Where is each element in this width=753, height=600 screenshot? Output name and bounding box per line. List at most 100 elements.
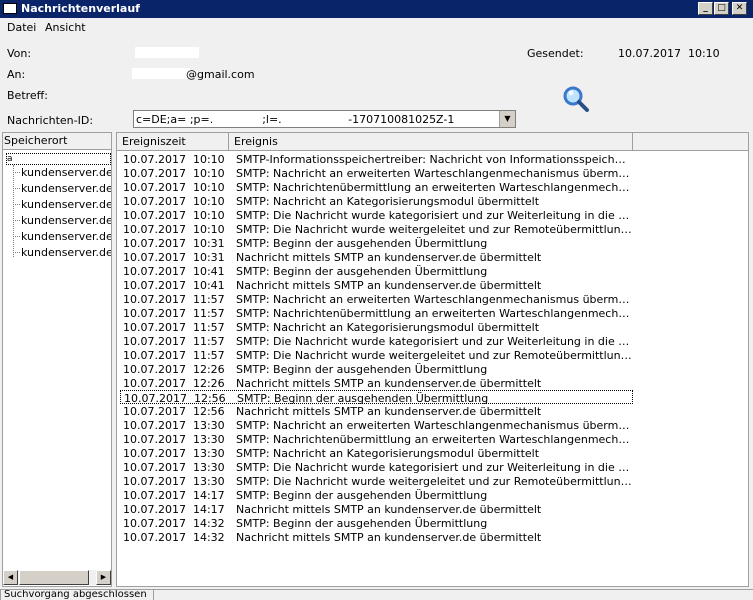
menu-datei[interactable]: Datei [7, 21, 36, 34]
von-label: Von: [7, 47, 32, 60]
event-text: SMTP: Die Nachricht wurde kategorisiert … [236, 461, 632, 474]
nachrichten-id-value: c=DE;a= ;p=. ;l=. -170710081025Z-1 [136, 113, 455, 126]
event-row[interactable]: 10.07.2017 11:57 SMTP: Die Nachricht wurd… [120, 348, 633, 362]
column-header-ereigniszeit[interactable]: Ereigniszeit [117, 133, 229, 150]
event-row[interactable]: 10.07.2017 10:10 SMTP: Nachricht an erwei… [120, 166, 633, 180]
list-header: Ereigniszeit Ereignis [117, 133, 748, 151]
event-row[interactable]: 10.07.2017 12:26 SMTP: Beginn der ausgehe… [120, 362, 633, 376]
event-row[interactable]: 10.07.2017 10:41 Nachricht mittels SMTP a… [120, 278, 633, 292]
scroll-left-icon[interactable]: ◀ [3, 570, 18, 585]
event-text: SMTP: Beginn der ausgehenden Übermittlun… [236, 237, 488, 250]
tree-branch [13, 188, 20, 189]
tree-item-server[interactable]: kundenserver.de [21, 246, 111, 259]
event-row[interactable]: 10.07.2017 14:32 Nachricht mittels SMTP a… [120, 530, 633, 544]
left-pane-scrollbar[interactable]: ◀ ▶ [3, 570, 111, 585]
event-row[interactable]: 10.07.2017 10:10 SMTP: Die Nachricht wurd… [120, 222, 633, 236]
event-row[interactable]: 10.07.2017 10:41 SMTP: Beginn der ausgehe… [120, 264, 633, 278]
event-row[interactable]: 10.07.2017 10:10 SMTP: Die Nachricht wurd… [120, 208, 633, 222]
tree-branch [13, 204, 20, 205]
event-text: SMTP: Nachricht an Kategorisierungsmodul… [236, 447, 540, 460]
gesendet-value: 10.07.2017 10:10 [618, 47, 720, 60]
event-time: 10.07.2017 10:10 [123, 209, 225, 222]
tree-item-server[interactable]: kundenserver.de [21, 214, 111, 227]
event-time: 10.07.2017 10:10 [123, 167, 225, 180]
event-row[interactable]: 10.07.2017 14:17 SMTP: Beginn der ausgehe… [120, 488, 633, 502]
event-text: Nachricht mittels SMTP an kundenserver.d… [236, 279, 542, 292]
event-row[interactable]: 10.07.2017 13:30 SMTP: Nachrichtenübermit… [120, 432, 633, 446]
tree-branch [13, 220, 20, 221]
dropdown-arrow-icon[interactable]: ▼ [499, 111, 515, 127]
event-text: Nachricht mittels SMTP an kundenserver.d… [236, 251, 542, 264]
event-time: 10.07.2017 11:57 [123, 293, 225, 306]
scroll-thumb[interactable] [19, 570, 89, 585]
maximize-button[interactable]: □ [714, 2, 729, 15]
event-text: Nachricht mittels SMTP an kundenserver.d… [236, 531, 542, 544]
event-text: SMTP: Nachrichtenübermittlung an erweite… [236, 307, 632, 320]
event-time: 10.07.2017 10:10 [123, 195, 225, 208]
event-row[interactable]: 10.07.2017 12:26 Nachricht mittels SMTP a… [120, 376, 633, 390]
event-row[interactable]: 10.07.2017 11:57 SMTP: Nachricht an Kateg… [120, 320, 633, 334]
event-row[interactable]: 10.07.2017 13:30 SMTP: Nachricht an erwei… [120, 418, 633, 432]
event-text: SMTP: Beginn der ausgehenden Übermittlun… [236, 265, 488, 278]
tree-item-server[interactable]: kundenserver.de [21, 230, 111, 243]
event-time: 10.07.2017 14:32 [123, 531, 225, 544]
event-time: 10.07.2017 10:31 [123, 251, 225, 264]
event-row[interactable]: 10.07.2017 10:10 SMTP: Nachrichtenübermit… [120, 180, 633, 194]
speicherort-header-label: Speicherort [4, 134, 68, 147]
event-time: 10.07.2017 14:32 [123, 517, 225, 530]
event-time: 10.07.2017 10:10 [123, 181, 225, 194]
event-row[interactable]: 10.07.2017 11:57 SMTP: Nachricht an erwei… [120, 292, 633, 306]
event-text: SMTP: Die Nachricht wurde kategorisiert … [236, 335, 632, 348]
event-text: SMTP: Beginn der ausgehenden Übermittlun… [236, 517, 488, 530]
minimize-button[interactable]: _ [698, 2, 713, 15]
tree-branch [13, 172, 20, 173]
tree-connector [13, 165, 14, 257]
event-row[interactable]: 10.07.2017 12:56 SMTP: Beginn der ausgehe… [120, 390, 633, 405]
event-time: 10.07.2017 14:17 [123, 503, 225, 516]
event-row[interactable]: 10.07.2017 10:31 Nachricht mittels SMTP a… [120, 250, 633, 264]
close-button[interactable]: ✕ [732, 2, 747, 15]
event-row[interactable]: 10.07.2017 14:17 Nachricht mittels SMTP a… [120, 502, 633, 516]
event-row[interactable]: 10.07.2017 11:57 SMTP: Nachrichtenübermit… [120, 306, 633, 320]
event-time: 10.07.2017 12:56 [123, 405, 225, 418]
event-time: 10.07.2017 10:41 [123, 265, 225, 278]
tree-item-server[interactable]: kundenserver.de [21, 166, 111, 179]
tree-item-server[interactable]: kundenserver.de [21, 198, 111, 211]
tree-branch [13, 236, 20, 237]
event-row[interactable]: 10.07.2017 12:56 Nachricht mittels SMTP a… [120, 404, 633, 418]
menu-ansicht[interactable]: Ansicht [45, 21, 86, 34]
nachrichten-id-label: Nachrichten-ID: [7, 114, 94, 127]
event-text: SMTP-Informationsspeichertreiber: Nachri… [236, 153, 632, 166]
column-header-ereignis[interactable]: Ereignis [229, 133, 633, 150]
scroll-right-icon[interactable]: ▶ [96, 570, 111, 585]
an-value: @gmail.com [186, 68, 255, 81]
event-time: 10.07.2017 12:26 [123, 377, 225, 390]
event-row[interactable]: 10.07.2017 13:30 SMTP: Nachricht an Kateg… [120, 446, 633, 460]
event-row[interactable]: 10.07.2017 14:32 SMTP: Beginn der ausgehe… [120, 516, 633, 530]
event-text: SMTP: Nachrichtenübermittlung an erweite… [236, 433, 632, 446]
magnifier-icon [563, 86, 589, 112]
event-text: Nachricht mittels SMTP an kundenserver.d… [236, 503, 542, 516]
event-text: SMTP: Die Nachricht wurde weitergeleitet… [236, 475, 632, 488]
von-value-redacted [135, 47, 199, 58]
event-time: 10.07.2017 13:30 [123, 475, 225, 488]
event-row[interactable]: 10.07.2017 11:57 SMTP: Die Nachricht wurd… [120, 334, 633, 348]
event-text: SMTP: Nachrichtenübermittlung an erweite… [236, 181, 632, 194]
nachrichten-id-combobox[interactable]: c=DE;a= ;p=. ;l=. -170710081025Z-1 ▼ [133, 110, 516, 128]
event-row[interactable]: 10.07.2017 10:10 SMTP: Nachricht an Kateg… [120, 194, 633, 208]
title-bar: Nachrichtenverlauf _ □ ✕ [0, 0, 753, 18]
speicherort-pane: Speicherort a kundenserver.de kundenserv… [2, 132, 112, 587]
event-text: SMTP: Nachricht an erweiterten Warteschl… [236, 167, 632, 180]
tree-root[interactable]: a [6, 153, 111, 165]
speicherort-header: Speicherort [3, 133, 111, 150]
event-time: 10.07.2017 11:57 [123, 307, 225, 320]
event-text: SMTP: Beginn der ausgehenden Übermittlun… [236, 363, 488, 376]
event-row[interactable]: 10.07.2017 13:30 SMTP: Die Nachricht wurd… [120, 460, 633, 474]
tree-item-server[interactable]: kundenserver.de [21, 182, 111, 195]
event-time: 10.07.2017 10:10 [123, 153, 225, 166]
event-row[interactable]: 10.07.2017 10:31 SMTP: Beginn der ausgehe… [120, 236, 633, 250]
event-text: SMTP: Die Nachricht wurde weitergeleitet… [236, 349, 632, 362]
event-text: SMTP: Beginn der ausgehenden Übermittlun… [236, 489, 488, 502]
event-row[interactable]: 10.07.2017 13:30 SMTP: Die Nachricht wurd… [120, 474, 633, 488]
event-row[interactable]: 10.07.2017 10:10 SMTP-Informationsspeiche… [120, 152, 633, 166]
